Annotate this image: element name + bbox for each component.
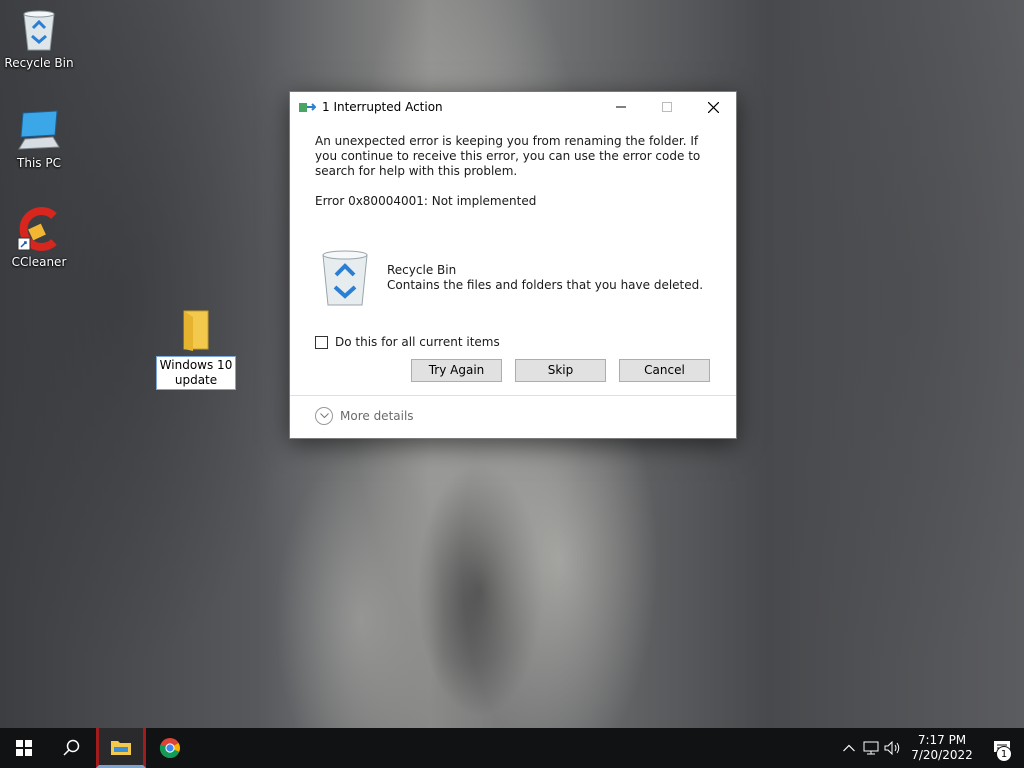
recycle-bin-icon xyxy=(15,6,63,54)
maximize-icon xyxy=(662,102,672,112)
chrome-icon xyxy=(159,738,180,758)
more-details-label: More details xyxy=(340,409,414,423)
affected-item: Recycle Bin Contains the files and folde… xyxy=(315,247,711,309)
volume-button[interactable] xyxy=(882,728,904,768)
dialog-separator xyxy=(290,395,736,396)
clock-time: 7:17 PM xyxy=(917,733,967,747)
desktop-icon-ccleaner[interactable]: CCleaner xyxy=(1,205,77,269)
start-button[interactable] xyxy=(0,728,48,768)
minimize-icon xyxy=(616,106,626,108)
search-icon xyxy=(63,739,80,756)
apply-all-label: Do this for all current items xyxy=(335,335,500,349)
interrupted-action-dialog: 1 Interrupted Action An unexpected error… xyxy=(289,91,737,439)
clock-date: 7/20/2022 xyxy=(911,748,973,762)
close-icon xyxy=(707,101,719,113)
more-details-toggle[interactable]: More details xyxy=(315,407,414,425)
dialog-title: 1 Interrupted Action xyxy=(322,100,443,114)
desktop-icon-folder[interactable]: Windows 10 update xyxy=(156,306,236,390)
dialog-titlebar[interactable]: 1 Interrupted Action xyxy=(290,92,736,122)
desktop-icon-this-pc[interactable]: This PC xyxy=(1,106,77,170)
windows-logo-icon xyxy=(16,740,32,756)
desktop-icon-recycle-bin[interactable]: Recycle Bin xyxy=(1,6,77,70)
desktop-icon-label: CCleaner xyxy=(11,255,67,269)
desktop-icon-label: Windows 10 update xyxy=(156,356,236,390)
error-message: An unexpected error is keeping you from … xyxy=(315,134,701,178)
minimize-button[interactable] xyxy=(598,92,644,122)
apply-all-checkbox[interactable] xyxy=(315,336,328,349)
chrome-taskbar-button[interactable] xyxy=(146,728,194,768)
skip-button[interactable]: Skip xyxy=(515,359,606,382)
clock[interactable]: 7:17 PM 7/20/2022 xyxy=(904,733,980,763)
show-hidden-icons-button[interactable] xyxy=(838,728,860,768)
error-code: Error 0x80004001: Not implemented xyxy=(315,194,537,208)
file-move-icon xyxy=(299,103,316,112)
close-button[interactable] xyxy=(690,92,736,122)
ccleaner-icon xyxy=(15,205,63,253)
recycle-bin-icon xyxy=(322,250,368,306)
desktop-icon-label: This PC xyxy=(17,156,61,170)
network-button[interactable] xyxy=(860,728,882,768)
volume-icon xyxy=(884,741,900,755)
folder-icon xyxy=(172,306,220,354)
item-description: Contains the files and folders that you … xyxy=(387,278,704,292)
search-button[interactable] xyxy=(48,728,96,768)
system-tray: 7:17 PM 7/20/2022 1 xyxy=(838,728,1024,768)
file-explorer-icon xyxy=(111,740,131,755)
try-again-button[interactable]: Try Again xyxy=(411,359,502,382)
notification-count-badge: 1 xyxy=(996,746,1012,762)
file-explorer-taskbar-button[interactable] xyxy=(96,728,146,768)
chevron-up-icon xyxy=(843,744,855,752)
taskbar: 7:17 PM 7/20/2022 1 xyxy=(0,728,1024,768)
network-icon xyxy=(863,741,879,755)
apply-all-checkbox-row[interactable]: Do this for all current items xyxy=(315,335,711,350)
item-name: Recycle Bin xyxy=(387,263,457,277)
maximize-button[interactable] xyxy=(644,92,690,122)
computer-icon xyxy=(15,106,63,154)
dialog-buttons: Try Again Skip Cancel xyxy=(315,359,711,382)
chevron-down-icon xyxy=(315,407,333,425)
action-center-button[interactable]: 1 xyxy=(980,728,1024,768)
desktop-icon-label: Recycle Bin xyxy=(4,56,74,70)
cancel-button[interactable]: Cancel xyxy=(619,359,710,382)
